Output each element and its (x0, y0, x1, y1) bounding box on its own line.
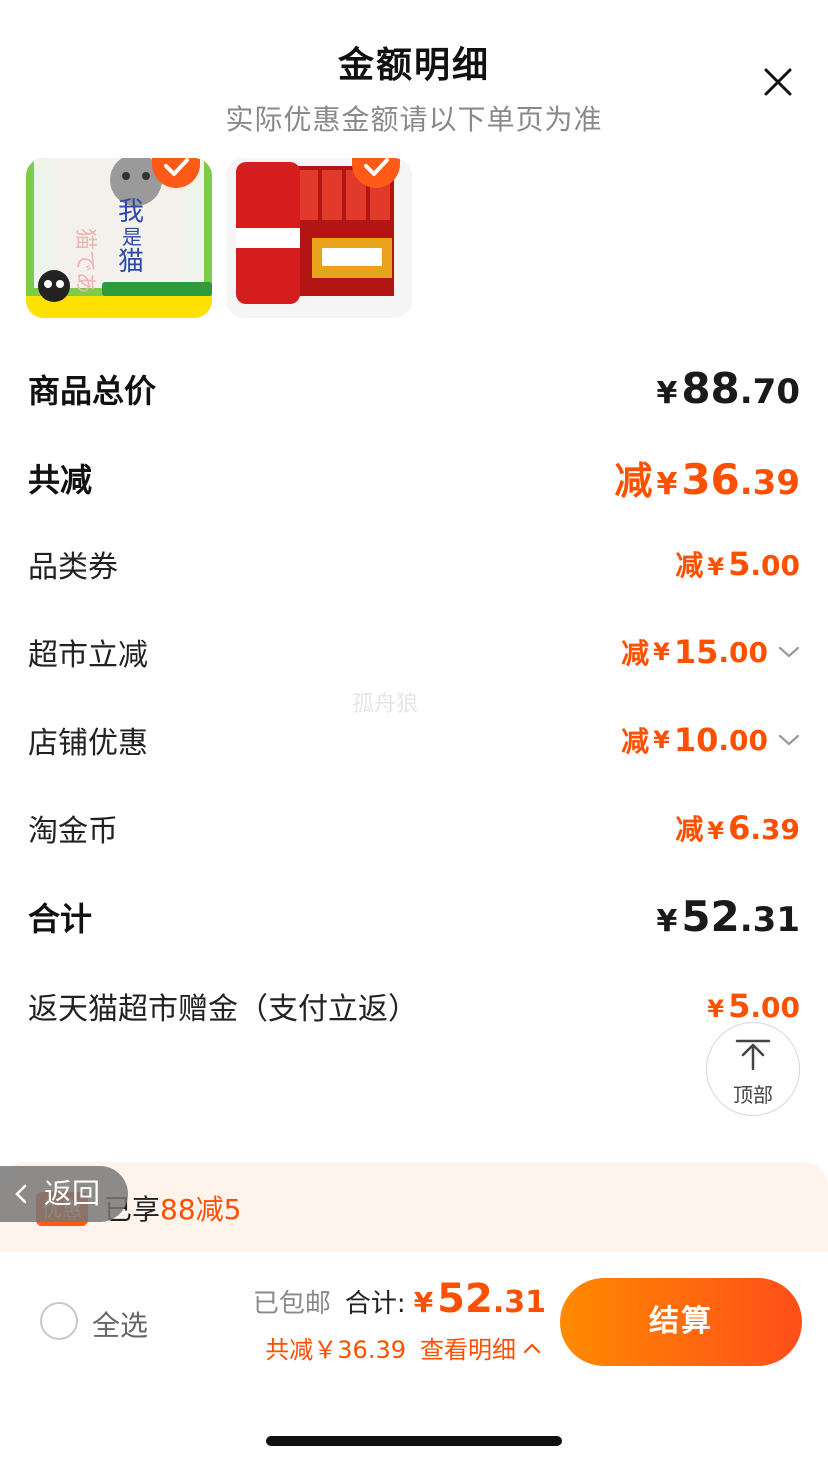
discount-amount: 减 ¥ 15 .00 (621, 632, 800, 672)
chevron-left-icon (15, 1184, 27, 1204)
watermark: 孤舟狼 (352, 692, 419, 717)
discount-label: 品类券 (28, 550, 118, 585)
checkout-button[interactable]: 结算 (560, 1278, 802, 1366)
row-store-discount[interactable]: 店铺优惠 减 ¥ 10 .00 (28, 718, 800, 762)
sheet-header: 金额明细 实际优惠金额请以下单页为准 (0, 36, 828, 138)
discount-amount: 减 ¥ 5 .00 (675, 544, 800, 584)
currency-symbol: ¥ (707, 995, 725, 1023)
discount-prefix: 减 (614, 459, 653, 503)
amount-int: 6 (728, 809, 751, 847)
row-supermarket-discount[interactable]: 超市立减 减 ¥ 15 .00 (28, 630, 800, 674)
select-all-label[interactable]: 全选 (92, 1304, 148, 1344)
amount-int: 5 (728, 545, 751, 583)
total-line: 已包邮 合计: ¥ 52 .31 (253, 1276, 546, 1322)
amount-dec: .39 (750, 813, 800, 846)
product-thumb-beer[interactable] (226, 158, 412, 318)
total-discount-label: 共减 (28, 460, 93, 499)
back-button[interactable]: 返回 (0, 1166, 128, 1222)
close-icon[interactable] (758, 62, 798, 102)
grand-total-label: 合计 (28, 899, 93, 938)
svg-text:猫: 猫 (118, 247, 144, 277)
select-all-radio[interactable] (40, 1302, 78, 1340)
product-thumb-book[interactable]: 我 是 猫 猫である (26, 158, 212, 318)
row-category-coupon: 品类券 减 ¥ 5 .00 (28, 542, 800, 586)
amount-dec: .39 (739, 463, 800, 503)
chevron-down-icon[interactable] (778, 733, 800, 747)
total-int: 52 (437, 1276, 493, 1322)
cashback-amount: ¥ 5 .00 (707, 987, 800, 1025)
total-dec: .31 (492, 1285, 546, 1320)
amount-detail-sheet: 金额明细 实际优惠金额请以下单页为准 我 是 猫 猫である 商品总价 ¥ 88 … (0, 0, 828, 1464)
total-label: 合计: (344, 1289, 406, 1319)
arrow-up-icon (735, 1039, 771, 1071)
currency-symbol: ¥ (653, 638, 670, 666)
row-total-discount: 共减 减 ¥ 36 .39 (28, 450, 800, 505)
svg-text:我: 我 (118, 197, 144, 227)
amount-dec: .00 (750, 991, 800, 1024)
discount-prefix: 减 (621, 725, 650, 758)
amount-dec: .00 (718, 723, 768, 757)
svg-text:是: 是 (122, 225, 142, 249)
discount-prefix: 减 (675, 549, 704, 582)
amount-int: 15 (673, 633, 719, 671)
grand-total-amount: ¥ 52 .31 (656, 892, 800, 941)
chevron-down-icon[interactable] (778, 645, 800, 659)
discount-label: 店铺优惠 (28, 726, 148, 761)
selected-check-icon[interactable] (152, 158, 200, 188)
discount-amount: 减 ¥ 10 .00 (621, 720, 800, 760)
discount-amount: 减 ¥ 6 .39 (675, 808, 800, 848)
discount-prefix: 减 (621, 637, 650, 670)
amount-int: 10 (673, 721, 719, 759)
amount-dec: .00 (750, 549, 800, 582)
currency-symbol: ¥ (656, 904, 678, 939)
currency-symbol: ¥ (653, 726, 670, 754)
row-cashback: 返天猫超市赠金（支付立返） ¥ 5 .00 (28, 984, 800, 1028)
cashback-label: 返天猫超市赠金（支付立返） (28, 992, 418, 1027)
amount-int: 5 (728, 987, 751, 1025)
row-taojinbi: 淘金币 减 ¥ 6 .39 (28, 806, 800, 850)
discount-prefix: 减 (675, 813, 704, 846)
currency-symbol: ¥ (707, 817, 725, 845)
saved-text: 共减￥36.39 (265, 1336, 406, 1364)
checkout-bar: 全选 已包邮 合计: ¥ 52 .31 共减￥36.39 查看明细 结算 (0, 1252, 828, 1464)
discount-label: 淘金币 (28, 814, 118, 849)
currency-symbol: ¥ (656, 467, 678, 502)
view-detail-link[interactable]: 查看明细 (420, 1330, 516, 1365)
amount-dec: .31 (739, 900, 800, 940)
free-shipping-label: 已包邮 (252, 1289, 331, 1319)
amount-dec: .00 (718, 635, 768, 669)
back-to-top-button[interactable]: 顶部 (706, 1022, 800, 1116)
currency-symbol: ¥ (413, 1286, 434, 1319)
amount-int: 88 (681, 364, 740, 413)
back-to-top-label: 顶部 (733, 1083, 773, 1107)
row-grand-total: 合计 ¥ 52 .31 (28, 892, 800, 941)
home-indicator (266, 1436, 562, 1446)
currency-symbol: ¥ (656, 376, 678, 411)
amount-dec: .70 (739, 372, 800, 412)
total-price-amount: ¥ 88 .70 (656, 364, 800, 413)
saved-line[interactable]: 共减￥36.39 查看明细 (265, 1330, 542, 1365)
selected-check-icon[interactable] (352, 158, 400, 188)
total-price-label: 商品总价 (28, 371, 157, 410)
currency-symbol: ¥ (707, 553, 725, 581)
amount-int: 52 (681, 892, 740, 941)
amount-int: 36 (681, 455, 740, 504)
discount-label: 超市立减 (28, 638, 148, 673)
back-label: 返回 (44, 1177, 101, 1210)
total-discount-amount: 减 ¥ 36 .39 (614, 450, 800, 505)
chevron-up-icon[interactable] (522, 1341, 542, 1355)
sheet-subtitle: 实际优惠金额请以下单页为准 (225, 103, 603, 136)
promo-highlight: 88减5 (160, 1193, 242, 1226)
row-total-price: 商品总价 ¥ 88 .70 (28, 364, 800, 413)
sheet-title: 金额明细 (337, 45, 490, 86)
